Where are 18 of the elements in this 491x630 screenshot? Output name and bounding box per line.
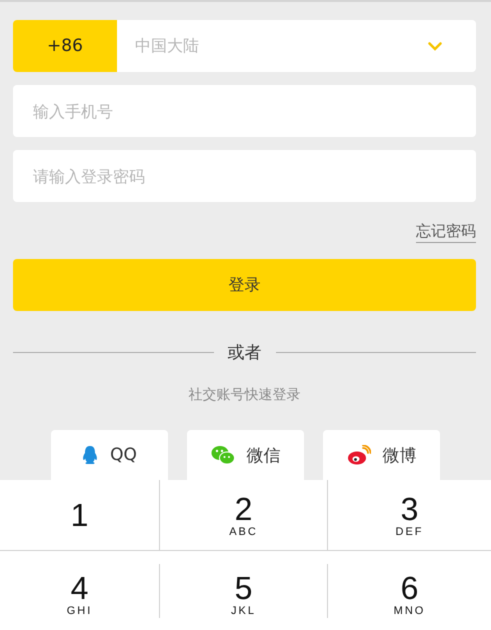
qq-login-button[interactable]: QQ (51, 430, 168, 480)
weibo-login-button[interactable]: 微博 (323, 430, 440, 480)
weibo-icon (346, 445, 370, 465)
country-code[interactable]: +86 (13, 20, 117, 72)
wechat-login-button[interactable]: 微信 (187, 430, 304, 480)
phone-field[interactable]: 输入手机号 (13, 85, 476, 137)
penguin-icon (82, 445, 98, 465)
chevron-down-icon (428, 42, 442, 50)
country-selector[interactable]: +86 中国大陆 (13, 20, 476, 72)
keypad-key[interactable]: 1 (0, 480, 160, 551)
social-login-hint: 社交账号快速登录 (188, 386, 302, 404)
login-button[interactable]: 登录 (13, 259, 476, 311)
wechat-icon (210, 445, 234, 465)
country-name: 中国大陆 (134, 36, 200, 56)
divider-label: 或者 (228, 342, 262, 364)
forgot-password-link[interactable]: 忘记密码 (416, 222, 476, 243)
keypad-key[interactable]: 2 ABC (160, 480, 328, 551)
password-field[interactable]: 请输入登录密码 (13, 150, 476, 202)
